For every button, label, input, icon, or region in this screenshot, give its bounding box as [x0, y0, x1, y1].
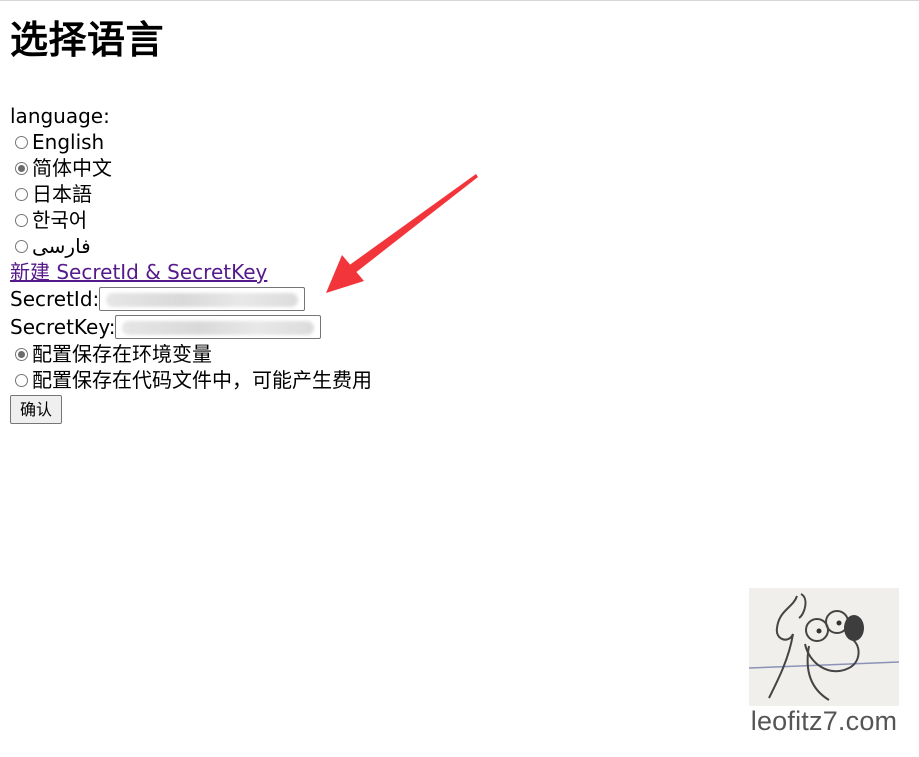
secret-key-row: SecretKey: — [10, 313, 570, 341]
radio-button-selected[interactable] — [15, 347, 28, 361]
radio-button[interactable] — [15, 239, 28, 253]
save-option-code-file[interactable]: 配置保存在代码文件中，可能产生费用 — [10, 367, 570, 393]
watermark: leofitz7.com — [749, 588, 899, 736]
confirm-button[interactable]: 确认 — [10, 395, 63, 424]
language-option-label: English — [32, 130, 105, 154]
language-option-label: فارسی — [32, 234, 91, 258]
radio-button-selected[interactable] — [15, 161, 28, 175]
watermark-text: leofitz7.com — [750, 706, 898, 736]
save-option-label: 配置保存在代码文件中，可能产生费用 — [32, 368, 372, 392]
language-option-english[interactable]: English — [10, 129, 570, 155]
language-label: language: — [10, 104, 110, 128]
secret-id-input[interactable] — [99, 287, 306, 311]
radio-button[interactable] — [15, 373, 28, 387]
dog-logo-icon — [749, 588, 899, 706]
secret-key-input[interactable] — [115, 315, 322, 339]
redacted-value — [122, 321, 315, 335]
language-option-label: 日本語 — [32, 182, 92, 206]
radio-button[interactable] — [15, 135, 28, 149]
page-title: 选择语言 — [10, 18, 165, 62]
save-option-env[interactable]: 配置保存在环境变量 — [10, 341, 570, 367]
language-option-label: 简体中文 — [32, 156, 112, 180]
secret-key-label: SecretKey: — [10, 315, 116, 339]
save-option-label: 配置保存在环境变量 — [32, 342, 212, 366]
redacted-value — [106, 293, 299, 307]
language-option-label: 한국어 — [32, 208, 88, 232]
annotation-arrow-icon — [326, 174, 478, 293]
secret-id-label: SecretId: — [10, 287, 100, 311]
radio-button[interactable] — [15, 213, 28, 227]
radio-button[interactable] — [15, 187, 28, 201]
